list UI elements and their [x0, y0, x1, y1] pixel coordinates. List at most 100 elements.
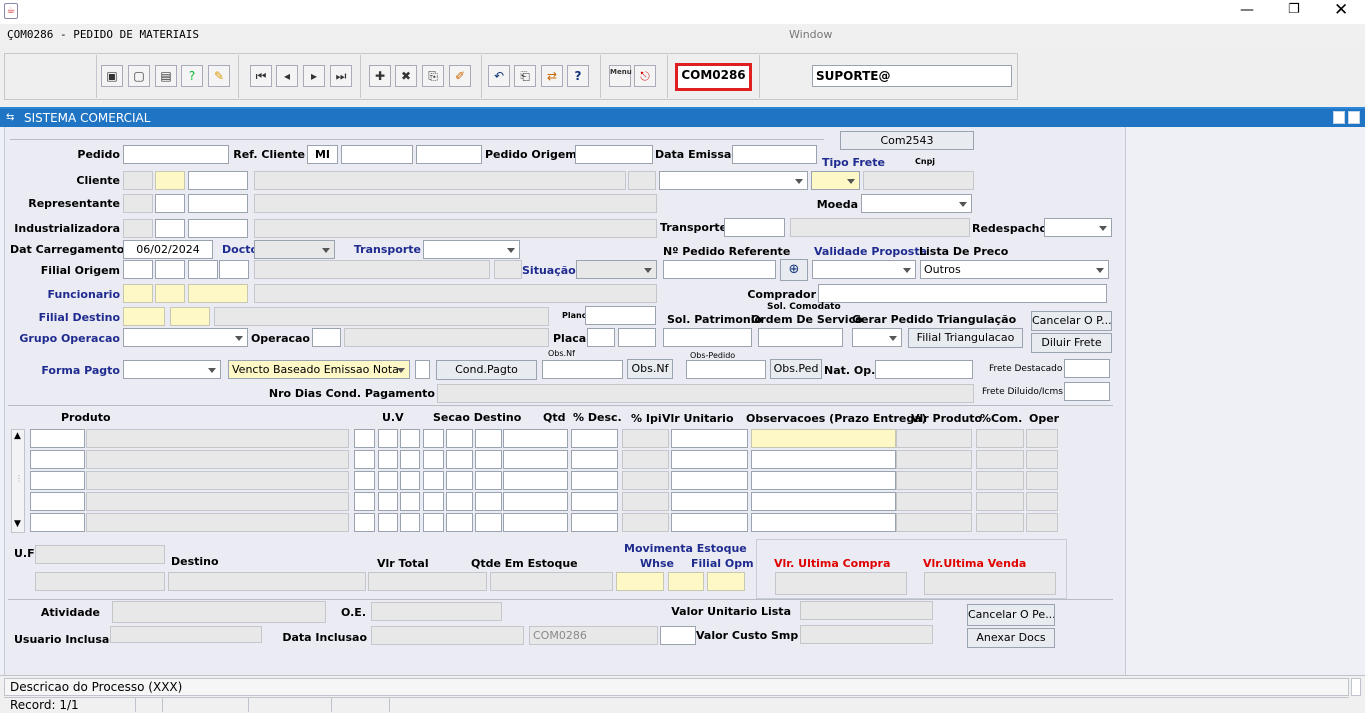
funcionario-field-2[interactable]: [155, 284, 185, 303]
item-cell[interactable]: [503, 513, 568, 532]
menu-icon[interactable]: Menu: [609, 65, 632, 87]
obs-nf-field[interactable]: [542, 360, 623, 379]
data-emissao-field[interactable]: [732, 145, 817, 164]
item-cell[interactable]: [671, 429, 748, 448]
forma-pagto-extra-field[interactable]: [415, 360, 430, 379]
cancelar-ope-button[interactable]: Cancelar O Pe...: [967, 604, 1055, 626]
filial-destino-field-1[interactable]: [123, 307, 165, 326]
grupo-operacao-dropdown[interactable]: [123, 328, 248, 347]
save-icon[interactable]: ▣: [101, 65, 123, 87]
item-cell[interactable]: [354, 513, 375, 532]
item-cell[interactable]: [751, 492, 896, 511]
industrializadora-id-field[interactable]: [188, 219, 248, 238]
clipboard-icon[interactable]: ⎗: [514, 65, 536, 87]
item-cell[interactable]: [503, 450, 568, 469]
obs-ped-button[interactable]: Obs.Ped: [770, 359, 822, 379]
diluir-frete-button[interactable]: Diluir Frete: [1031, 333, 1112, 353]
item-cell[interactable]: [503, 492, 568, 511]
item-cell[interactable]: [503, 471, 568, 490]
items-scrollbar[interactable]: ▲ ⋮ ▼: [11, 429, 25, 533]
filial-triangulacao-button[interactable]: Filial Triangulacao: [908, 328, 1023, 348]
obs-pedido-field[interactable]: [686, 360, 766, 379]
filial-destino-field-2[interactable]: [170, 307, 210, 326]
item-cell[interactable]: [378, 513, 398, 532]
item-cell[interactable]: [30, 450, 85, 469]
scroll-down-icon[interactable]: ▼: [14, 519, 21, 529]
ref-cliente-prefix-field[interactable]: MI: [307, 145, 338, 164]
form-code-extra-field[interactable]: [660, 626, 696, 645]
nat-op-field[interactable]: [875, 360, 973, 379]
redespacho-dropdown[interactable]: [1044, 218, 1112, 237]
tipo-frete-dropdown[interactable]: [811, 171, 860, 190]
scroll-up-icon[interactable]: ▲: [14, 431, 21, 441]
item-cell[interactable]: [400, 513, 420, 532]
filial-origem-field-2[interactable]: [155, 260, 185, 279]
first-record-icon[interactable]: ⏮: [250, 65, 272, 87]
query-help-icon[interactable]: ?: [181, 65, 203, 87]
delete-record-icon[interactable]: ✖: [395, 65, 417, 87]
placa-field-1[interactable]: [587, 328, 615, 347]
help-icon[interactable]: ?: [567, 65, 589, 87]
item-cell[interactable]: [446, 471, 473, 490]
item-cell[interactable]: [475, 471, 502, 490]
cliente-dropdown[interactable]: [659, 171, 808, 190]
dat-carregamento-field[interactable]: 06/02/2024: [123, 240, 213, 259]
filial-opm-field-2[interactable]: [707, 572, 745, 591]
item-cell[interactable]: [400, 492, 420, 511]
item-cell[interactable]: [571, 429, 618, 448]
item-cell[interactable]: [475, 492, 502, 511]
comprador-field[interactable]: [818, 284, 1107, 303]
whse-field[interactable]: [616, 572, 664, 591]
item-cell[interactable]: [446, 450, 473, 469]
item-cell[interactable]: [378, 492, 398, 511]
item-cell[interactable]: [423, 450, 444, 469]
next-record-icon[interactable]: ▸: [303, 65, 325, 87]
frete-diluido-field[interactable]: [1064, 382, 1110, 401]
item-cell[interactable]: [423, 429, 444, 448]
frete-destacado-field[interactable]: [1064, 359, 1110, 378]
item-cell[interactable]: [751, 429, 896, 448]
transporte-code-field[interactable]: [724, 218, 785, 237]
item-cell[interactable]: [378, 429, 398, 448]
item-cell[interactable]: [571, 450, 618, 469]
lista-preco-dropdown[interactable]: Outros: [920, 260, 1109, 279]
representante-code-field[interactable]: [123, 194, 153, 213]
cancelar-op-button[interactable]: Cancelar O P...: [1031, 311, 1112, 331]
maximize-button[interactable]: ❐: [1288, 2, 1300, 17]
panel-minimize-icon[interactable]: [1333, 111, 1345, 124]
item-cell[interactable]: [571, 471, 618, 490]
item-cell[interactable]: [671, 513, 748, 532]
item-cell[interactable]: [423, 471, 444, 490]
window-menu[interactable]: Window: [789, 28, 832, 41]
operacao-code-field[interactable]: [312, 328, 341, 347]
edit-record-icon[interactable]: ✐: [449, 65, 471, 87]
filial-origem-field-4[interactable]: [219, 260, 249, 279]
duplicate-record-icon[interactable]: ⎘: [422, 65, 444, 87]
window-icon[interactable]: ▢: [128, 65, 150, 87]
item-cell[interactable]: [446, 513, 473, 532]
item-cell[interactable]: [378, 450, 398, 469]
scroll-right-handle[interactable]: [1351, 678, 1361, 696]
cliente-id-field[interactable]: [188, 171, 248, 190]
forma-pagto-dropdown[interactable]: [123, 360, 221, 379]
cond-pagto-button[interactable]: Cond.Pagto: [436, 360, 537, 380]
item-cell[interactable]: [446, 492, 473, 511]
item-cell[interactable]: [671, 492, 748, 511]
undo-icon[interactable]: ↶: [488, 65, 510, 87]
item-cell[interactable]: [751, 450, 896, 469]
representante-digit-field[interactable]: [155, 194, 185, 213]
item-cell[interactable]: [354, 450, 375, 469]
obs-nf-button[interactable]: Obs.Nf: [627, 359, 673, 379]
validade-proposta-dropdown[interactable]: [812, 260, 916, 279]
industrializadora-digit-field[interactable]: [155, 219, 185, 238]
pedido-origem-field[interactable]: [575, 145, 653, 164]
item-cell[interactable]: [475, 450, 502, 469]
item-cell[interactable]: [30, 429, 85, 448]
item-cell[interactable]: [400, 450, 420, 469]
panel-restore-icon[interactable]: [1348, 111, 1360, 124]
industrializadora-code-field[interactable]: [123, 219, 153, 238]
filial-opm-field-1[interactable]: [668, 572, 704, 591]
item-cell[interactable]: [30, 513, 85, 532]
filial-origem-field-3[interactable]: [188, 260, 218, 279]
placa-field-2[interactable]: [618, 328, 656, 347]
